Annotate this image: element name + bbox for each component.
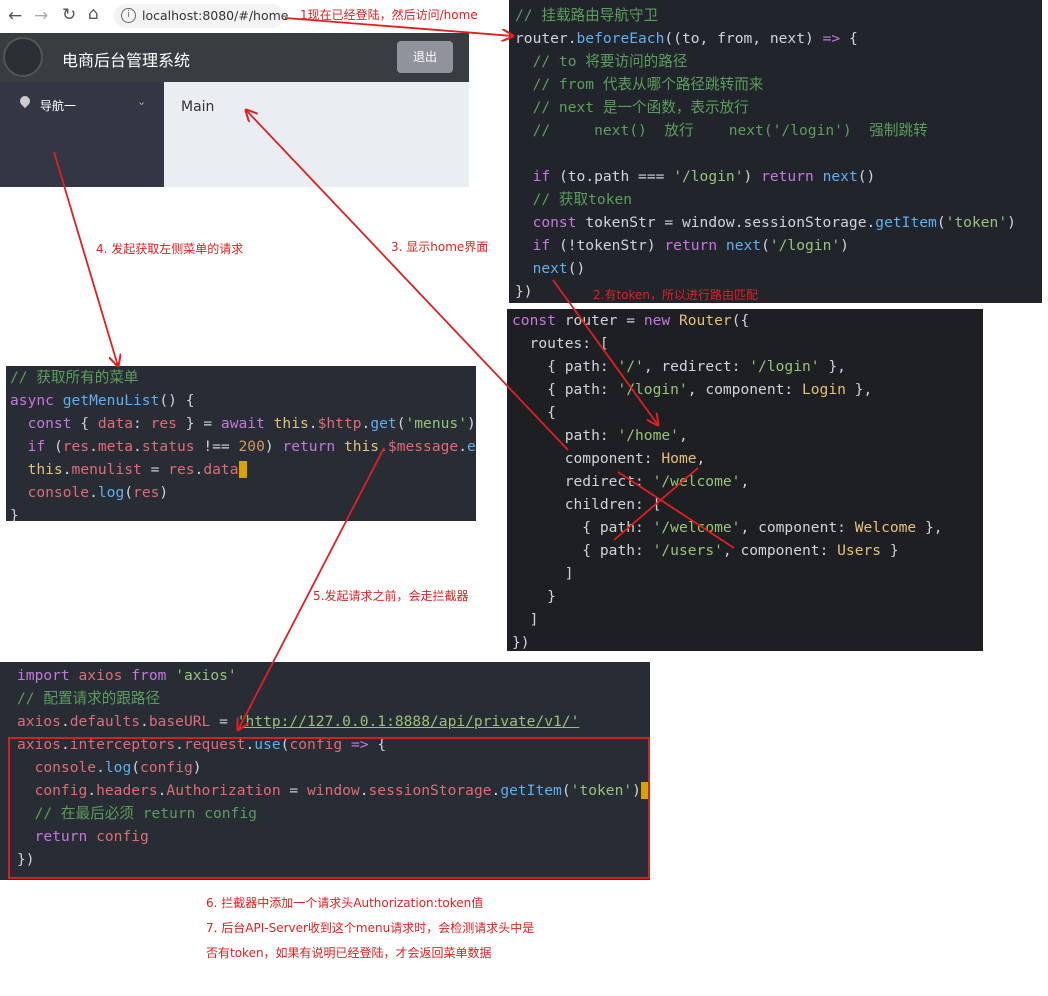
arrow-step-5 xyxy=(238,447,385,730)
arrow-step-3 xyxy=(246,110,569,451)
cross-out-line-2 xyxy=(613,467,699,541)
flow-arrows xyxy=(53,17,735,996)
cross-out-line-1 xyxy=(617,471,735,549)
arrow-step-2 xyxy=(552,279,658,425)
arrow-step-4 xyxy=(53,151,118,366)
arrow-step-1 xyxy=(284,17,513,36)
